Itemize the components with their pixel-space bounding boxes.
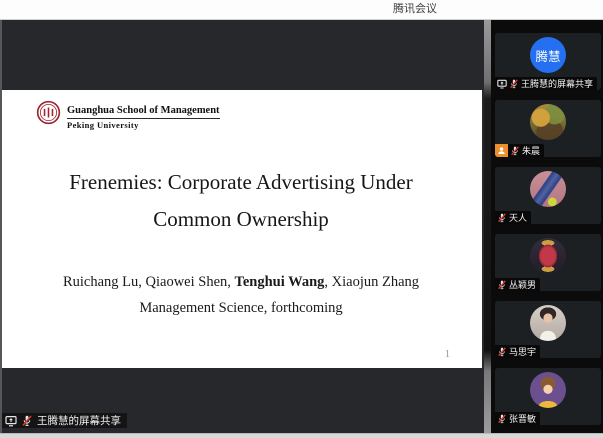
slide-page-number: 1 bbox=[445, 349, 450, 360]
avatar bbox=[530, 305, 566, 341]
participant-name: 朱晨 bbox=[522, 146, 541, 156]
participant-name: 马思宇 bbox=[509, 347, 537, 357]
participant-label: 天人 bbox=[495, 211, 532, 224]
mic-muted-icon bbox=[21, 415, 33, 427]
participant-label: 马思宇 bbox=[495, 345, 541, 358]
university-logo: Guanghua School of Management Peking Uni… bbox=[36, 100, 220, 130]
participant-name: 王腾慧的屏幕共享 bbox=[521, 79, 594, 89]
avatar bbox=[530, 238, 566, 274]
participant-label: 张晋敏 bbox=[495, 412, 541, 425]
peking-university-seal-icon bbox=[36, 100, 61, 125]
panel-divider-scrollbar[interactable] bbox=[484, 20, 491, 433]
slide-title-line2: Common Ownership bbox=[153, 207, 329, 231]
university-logo-text: Guanghua School of Management Peking Uni… bbox=[67, 100, 220, 130]
participant-tile-screen-share[interactable]: 腾慧 王腾慧的屏幕共享 bbox=[495, 33, 601, 90]
window-left-edge bbox=[0, 20, 2, 433]
screen-share-icon bbox=[497, 79, 507, 89]
window-title: 腾讯会议 bbox=[393, 3, 437, 15]
authors-prefix: Ruichang Lu, Qiaowei Shen, bbox=[62, 274, 235, 290]
avatar-initials: 腾慧 bbox=[535, 49, 561, 64]
avatar: 腾慧 bbox=[530, 37, 566, 73]
screen-share-icon bbox=[5, 415, 17, 427]
mic-muted-icon bbox=[497, 346, 507, 357]
participant-name: 丛颖男 bbox=[509, 280, 537, 290]
slide-title: Frenemies: Corporate Advertising Under C… bbox=[0, 164, 482, 238]
shared-screen-area: Guanghua School of Management Peking Uni… bbox=[0, 20, 484, 433]
participant-tile[interactable]: 天人 bbox=[495, 167, 601, 224]
participant-label: 王腾慧的屏幕共享 bbox=[495, 77, 598, 90]
meeting-window: 腾讯会议 Guanghua School of Management Pekin… bbox=[0, 0, 603, 438]
mic-muted-icon bbox=[497, 212, 507, 223]
logo-school-name: Guanghua School of Management bbox=[67, 105, 220, 119]
participant-tile[interactable]: 丛颖男 bbox=[495, 234, 601, 291]
participant-name: 张晋敏 bbox=[509, 414, 537, 424]
participant-label: 丛颖男 bbox=[495, 278, 541, 291]
avatar bbox=[530, 171, 566, 207]
avatar bbox=[530, 104, 566, 140]
participant-tile[interactable]: 马思宇 bbox=[495, 301, 601, 358]
participant-name: 天人 bbox=[509, 213, 528, 223]
slide-venue: Management Science, forthcoming bbox=[139, 300, 343, 316]
window-titlebar[interactable]: 腾讯会议 bbox=[0, 0, 603, 20]
mic-muted-icon bbox=[497, 413, 507, 424]
mic-muted-icon bbox=[509, 78, 519, 89]
mic-muted-icon bbox=[510, 145, 520, 156]
slide-authors: Ruichang Lu, Qiaowei Shen, Tenghui Wang,… bbox=[0, 271, 482, 293]
mic-muted-icon bbox=[497, 279, 507, 290]
avatar bbox=[530, 372, 566, 408]
slide-title-line1: Frenemies: Corporate Advertising Under bbox=[69, 170, 413, 194]
logo-university-name: Peking University bbox=[67, 120, 139, 130]
presentation-slide: Guanghua School of Management Peking Uni… bbox=[0, 90, 482, 368]
participant-label: 朱晨 bbox=[508, 144, 545, 157]
participant-tile[interactable]: 张晋敏 bbox=[495, 368, 601, 425]
screen-share-banner: 王腾慧的屏幕共享 bbox=[2, 413, 127, 428]
screen-share-banner-text: 王腾慧的屏幕共享 bbox=[37, 415, 121, 427]
authors-bold-name: Tenghui Wang bbox=[234, 274, 325, 290]
authors-suffix: , Xiaojun Zhang bbox=[324, 274, 420, 290]
member-badge-icon bbox=[495, 144, 508, 157]
participants-panel: 腾慧 王腾慧的屏幕共享 朱晨 天人 丛颖男 马思宇 张晋敏 bbox=[491, 20, 603, 433]
window-bottom-edge bbox=[0, 433, 603, 438]
participant-tile[interactable]: 朱晨 bbox=[495, 100, 601, 157]
